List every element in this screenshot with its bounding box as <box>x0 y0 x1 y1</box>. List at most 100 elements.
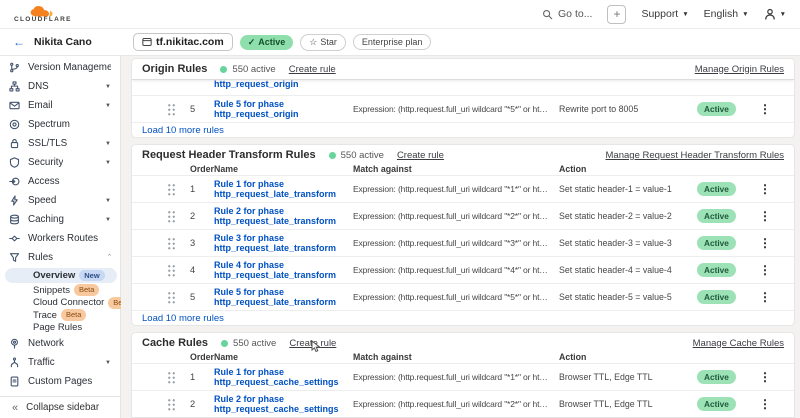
sidebar-item-email[interactable]: Email ▼ <box>0 96 120 115</box>
kebab-menu[interactable]: ⋮ <box>745 236 794 250</box>
rule-name-link[interactable]: Rule 2 for phase http_request_cache_sett… <box>214 394 353 415</box>
rule-expression: Expression: (http.request.full_uri wildc… <box>353 184 559 194</box>
email-icon <box>9 100 20 111</box>
drag-handle-icon[interactable] <box>167 371 176 384</box>
mouse-cursor <box>311 340 323 354</box>
rule-expression: Expression: (http.request.full_uri wildc… <box>353 265 559 275</box>
sidebar-item-speed[interactable]: Speed ▼ <box>0 191 120 210</box>
back-to-account[interactable]: ← Nikita Cano <box>0 36 121 48</box>
sidebar-item-label: Network <box>28 338 64 349</box>
drag-handle-icon[interactable] <box>167 398 176 411</box>
active-dot-icon <box>329 152 336 159</box>
search-icon <box>542 9 553 20</box>
plan-label: Enterprise plan <box>362 37 423 47</box>
kebab-menu[interactable]: ⋮ <box>745 397 794 411</box>
sidebar-item-access[interactable]: Access <box>0 172 120 191</box>
drag-handle-icon[interactable] <box>167 291 176 304</box>
table-row: 2 Rule 2 for phase http_request_late_tra… <box>132 202 794 229</box>
star-button[interactable]: ☆ Star <box>300 34 346 51</box>
rule-name-link[interactable]: Rule 4 for phase http_request_late_trans… <box>214 260 353 281</box>
create-rule-link[interactable]: Create rule <box>397 150 444 161</box>
account-name: Nikita Cano <box>34 36 92 48</box>
sidebar-item-page-rules[interactable]: Page Rules <box>0 322 120 335</box>
rule-order: 3 <box>176 238 214 248</box>
shield-icon <box>9 157 20 168</box>
kebab-menu[interactable]: ⋮ <box>745 209 794 223</box>
sidebar-item-ssl-tls[interactable]: SSL/TLS ▼ <box>0 134 120 153</box>
sub-item-label: Trace <box>33 310 57 321</box>
cache-rules-section: Cache Rules 550 active Create rule Manag… <box>131 332 795 418</box>
sidebar-item-spectrum[interactable]: Spectrum <box>0 115 120 134</box>
zone-header: tf.nikitac.com ✓ Active ☆ Star Enterpris… <box>121 33 800 51</box>
sidebar-item-version-management[interactable]: Version Management <box>0 58 120 77</box>
add-site-button[interactable]: + <box>607 5 626 24</box>
traffic-icon <box>9 357 20 368</box>
sub-item-label: Overview <box>33 270 75 281</box>
load-more-rules-link[interactable]: Load 10 more rules <box>132 122 794 137</box>
active-count: 550 active <box>232 64 275 75</box>
collapse-sidebar-button[interactable]: « Collapse sidebar <box>0 396 120 418</box>
app-shell: Version Management DNS ▼ Email ▼ <box>0 56 800 418</box>
sidebar-item-label: Traffic <box>28 357 55 368</box>
workers-icon <box>9 233 20 244</box>
sidebar-item-traffic[interactable]: Traffic ▼ <box>0 353 120 372</box>
kebab-menu[interactable]: ⋮ <box>745 263 794 277</box>
sidebar-item-label: Speed <box>28 195 56 206</box>
manage-transform-rules-link[interactable]: Manage Request Header Transform Rules <box>606 150 784 161</box>
rule-name-link[interactable]: Rule 5 for phase http_request_origin <box>214 99 353 120</box>
global-search[interactable]: Go to... <box>542 8 592 20</box>
manage-origin-rules-link[interactable]: Manage Origin Rules <box>695 64 784 75</box>
back-arrow-icon: ← <box>13 36 25 48</box>
column-order: Order <box>176 164 214 174</box>
rule-action: Set static header-4 = value-4 <box>559 265 697 275</box>
drag-handle-icon[interactable] <box>167 210 176 223</box>
rule-name-link[interactable]: http_request_origin <box>214 80 353 90</box>
section-title: Cache Rules <box>142 337 208 349</box>
spectrum-icon <box>9 119 20 130</box>
kebab-menu[interactable]: ⋮ <box>745 182 794 196</box>
kebab-menu[interactable]: ⋮ <box>745 370 794 384</box>
sidebar-item-cloud-connector[interactable]: Cloud Connector Beta <box>0 297 120 310</box>
account-menu[interactable]: ▼ <box>764 8 786 20</box>
drag-handle-icon[interactable] <box>167 237 176 250</box>
rule-name-link[interactable]: Rule 2 for phase http_request_late_trans… <box>214 206 353 227</box>
collapse-icon: « <box>12 402 18 414</box>
rule-action: Browser TTL, Edge TTL <box>559 399 697 409</box>
cloudflare-logo[interactable]: CLOUDFLARE <box>14 5 72 24</box>
sidebar-item-network[interactable]: Network <box>0 334 120 353</box>
sidebar-item-caching[interactable]: Caching ▼ <box>0 210 120 229</box>
sidebar-item-rules[interactable]: Rules ˆ <box>0 248 120 267</box>
rule-name-link[interactable]: Rule 3 for phase http_request_late_trans… <box>214 233 353 254</box>
sidebar-item-security[interactable]: Security ▼ <box>0 153 120 172</box>
sidebar-item-trace[interactable]: Trace Beta <box>0 309 120 322</box>
sub-item-label: Page Rules <box>33 322 82 333</box>
active-dot-icon <box>220 66 227 73</box>
sidebar-item-snippets[interactable]: Snippets Beta <box>0 284 120 297</box>
sidebar-item-label: Caching <box>28 214 64 225</box>
kebab-menu[interactable]: ⋮ <box>745 102 794 116</box>
user-icon <box>764 8 776 20</box>
sidebar-item-workers-routes[interactable]: Workers Routes <box>0 229 120 248</box>
drag-handle-icon[interactable] <box>167 103 176 116</box>
drag-handle-icon[interactable] <box>167 264 176 277</box>
zone-selector[interactable]: tf.nikitac.com <box>133 33 233 51</box>
rule-name-link[interactable]: Rule 1 for phase http_request_late_trans… <box>214 179 353 200</box>
top-nav: CLOUDFLARE Go to... + Support ▼ English … <box>0 0 800 29</box>
sidebar-item-custom-pages[interactable]: Custom Pages <box>0 372 120 391</box>
sidebar-item-dns[interactable]: DNS ▼ <box>0 77 120 96</box>
origin-rules-section: Origin Rules 550 active Create rule Mana… <box>131 58 795 138</box>
rule-name-link[interactable]: Rule 1 for phase http_request_cache_sett… <box>214 367 353 388</box>
chevron-down-icon: ▼ <box>105 141 111 147</box>
kebab-menu[interactable]: ⋮ <box>745 290 794 304</box>
support-menu[interactable]: Support ▼ <box>641 8 688 20</box>
rule-name-link[interactable]: Rule 5 for phase http_request_late_trans… <box>214 287 353 308</box>
drag-handle-icon[interactable] <box>167 183 176 196</box>
language-menu[interactable]: English ▼ <box>704 8 749 20</box>
column-action: Action <box>559 164 697 174</box>
load-more-rules-link[interactable]: Load 10 more rules <box>132 310 794 325</box>
chevron-down-icon: ▼ <box>780 11 786 18</box>
manage-cache-rules-link[interactable]: Manage Cache Rules <box>693 338 784 349</box>
sidebar-item-overview[interactable]: Overview New <box>5 268 117 283</box>
create-rule-link[interactable]: Create rule <box>289 64 336 75</box>
column-match: Match against <box>353 352 559 362</box>
